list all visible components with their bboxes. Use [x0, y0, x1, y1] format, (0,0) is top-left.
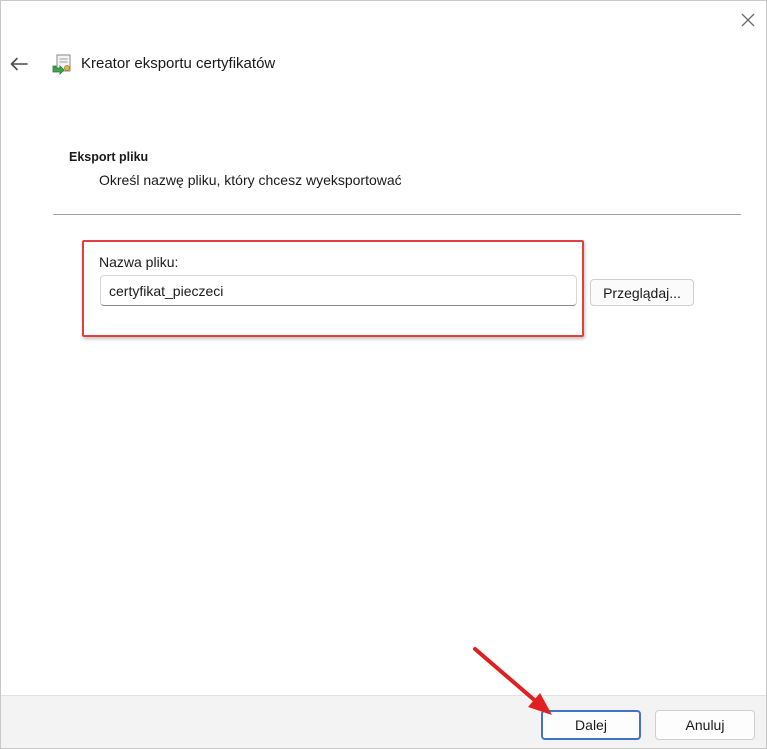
browse-button[interactable]: Przeglądaj...: [590, 279, 694, 306]
close-button[interactable]: [733, 5, 763, 35]
arrow-annotation-icon: [473, 647, 552, 715]
header-divider: [53, 214, 741, 215]
filename-label: Nazwa pliku:: [99, 254, 179, 270]
close-icon: [741, 13, 755, 27]
page-description: Określ nazwę pliku, który chcesz wyekspo…: [99, 172, 402, 188]
filename-input[interactable]: [100, 275, 577, 306]
wizard-title: Kreator eksportu certyfikatów: [81, 55, 276, 72]
back-button[interactable]: [5, 50, 33, 78]
cancel-button[interactable]: Anuluj: [655, 710, 755, 740]
back-arrow-icon: [10, 57, 28, 71]
next-button[interactable]: Dalej: [541, 710, 641, 740]
page-heading: Eksport pliku: [69, 150, 149, 164]
wizard-footer: [1, 695, 766, 748]
certificate-wizard-icon: [52, 54, 71, 75]
certificate-export-wizard-window: Kreator eksportu certyfikatów Eksport pl…: [0, 0, 767, 749]
